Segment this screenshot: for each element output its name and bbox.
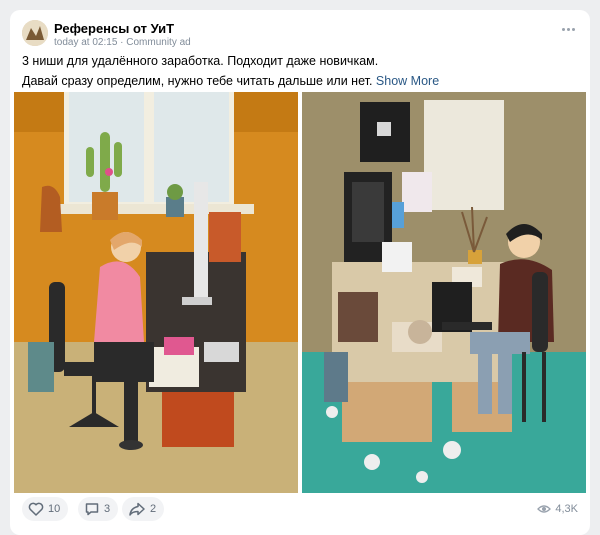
post-actions: 10 3 2 4,3K [10,497,590,527]
eye-icon [537,505,552,513]
more-options-icon[interactable] [560,24,578,34]
like-button[interactable]: 10 [22,497,69,521]
post-text-line-1: 3 ниши для удалённого заработка. Подходи… [22,54,379,68]
heart-icon [28,502,44,516]
photo-right-messy-desk[interactable] [302,92,586,493]
comment-button[interactable]: 3 [78,497,119,521]
community-avatar[interactable] [22,20,48,46]
comment-icon [85,503,99,516]
post-photos [14,92,586,493]
shares-count: 2 [150,503,157,515]
post-card: Референсы от УиТ today at 02:15 · Commun… [10,10,590,535]
photo-left-organized-desk[interactable] [14,92,298,493]
share-button[interactable]: 2 [122,497,165,521]
share-icon [129,502,145,516]
post-meta: today at 02:15 · Community ad [54,37,191,48]
comments-count: 3 [104,503,111,515]
community-name[interactable]: Референсы от УиТ [54,21,174,36]
views-counter: 4,3K [537,503,578,515]
post-text-line-2-body: Давай сразу определим, нужно тебе читать… [22,74,373,88]
show-more-link[interactable]: Show More [376,74,439,88]
post-text-line-2: Давай сразу определим, нужно тебе читать… [22,74,439,88]
likes-count: 10 [48,503,61,515]
views-count: 4,3K [555,503,578,515]
